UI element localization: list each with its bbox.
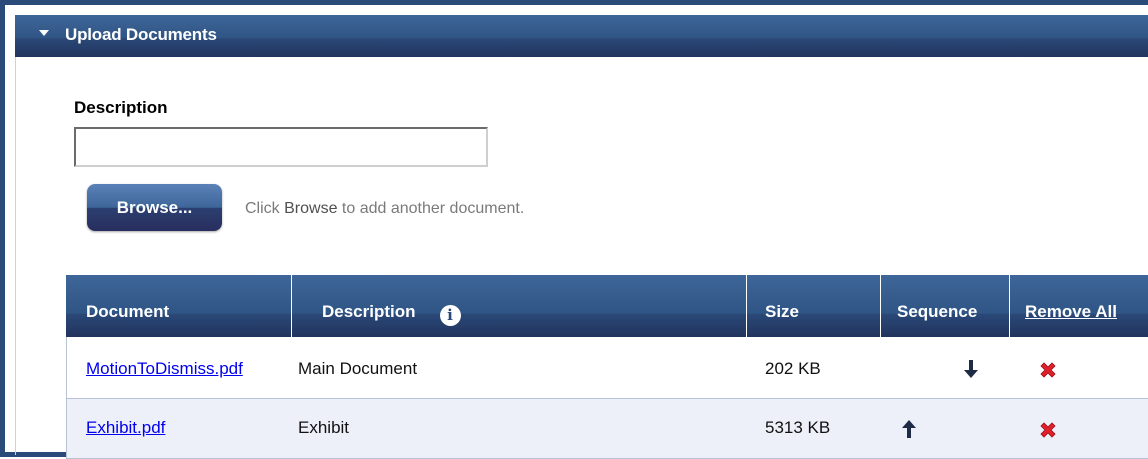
info-icon[interactable]: i	[439, 305, 461, 326]
header-size: Size	[747, 275, 881, 337]
browse-button[interactable]: Browse...	[87, 184, 222, 231]
cell-description: Exhibit	[298, 418, 350, 437]
header-document: Document	[66, 275, 292, 337]
panel-title: Upload Documents	[65, 25, 217, 44]
cell-document: MotionToDismiss.pdf	[67, 337, 292, 398]
cell-sequence	[881, 399, 1010, 458]
red-x-icon[interactable]	[1038, 360, 1058, 380]
cell-sequence	[881, 337, 1010, 398]
document-link[interactable]: MotionToDismiss.pdf	[86, 359, 243, 378]
table-row: MotionToDismiss.pdf Main Document 202 KB	[66, 337, 1148, 399]
remove-all-link[interactable]: Remove All	[1025, 302, 1117, 321]
description-input[interactable]	[74, 127, 488, 167]
table-header: Document Description i Size Sequence Remo…	[66, 275, 1148, 337]
header-description-label: Description	[322, 302, 416, 321]
caret-down-icon[interactable]	[39, 30, 49, 36]
cell-document: Exhibit.pdf	[67, 399, 292, 458]
arrow-down-icon[interactable]	[963, 359, 979, 379]
upload-documents-frame: Upload Documents Description Browse... C…	[0, 0, 1148, 459]
documents-table: Document Description i Size Sequence Remo…	[66, 275, 1148, 459]
header-remove-all: Remove All	[1010, 275, 1148, 337]
browse-hint: Click Browse to add another document.	[245, 200, 524, 218]
cell-remove	[1010, 399, 1148, 458]
red-x-icon[interactable]	[1038, 420, 1058, 440]
browse-hint-suffix: to add another document.	[337, 200, 525, 217]
browse-hint-prefix: Click	[245, 200, 285, 217]
cell-description: Main Document	[298, 359, 418, 378]
table-row: Exhibit.pdf Exhibit 5313 KB	[66, 399, 1148, 459]
document-link[interactable]: Exhibit.pdf	[86, 418, 165, 437]
cell-remove	[1010, 337, 1148, 398]
cell-size: 202 KB	[765, 359, 821, 378]
arrow-up-icon[interactable]	[901, 419, 917, 439]
header-sequence: Sequence	[881, 275, 1010, 337]
browse-hint-bold: Browse	[284, 200, 338, 217]
header-description: Description i	[292, 275, 747, 337]
upload-documents-panel-header[interactable]: Upload Documents	[15, 15, 1148, 57]
cell-size: 5313 KB	[765, 418, 831, 437]
upload-documents-content: Description Browse... Click Browse to ad…	[15, 57, 1148, 459]
description-label: Description	[74, 98, 168, 117]
